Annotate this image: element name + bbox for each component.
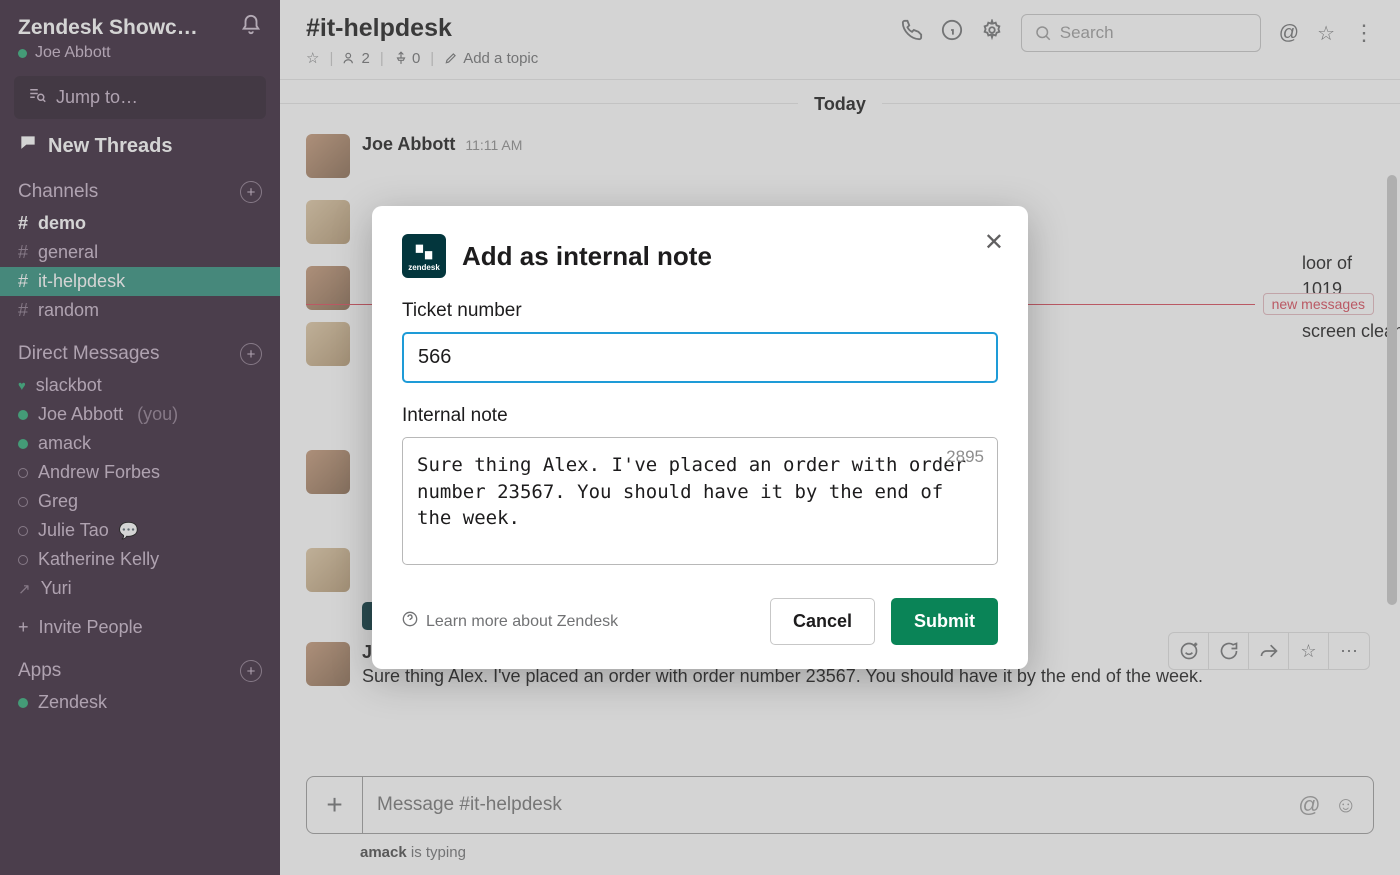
zendesk-app-icon: zendesk (402, 234, 446, 278)
char-count: 2895 (946, 447, 984, 467)
close-icon[interactable]: ✕ (984, 228, 1004, 257)
internal-note-textarea[interactable] (402, 437, 998, 565)
internal-note-label: Internal note (402, 405, 998, 427)
ticket-number-input[interactable] (402, 332, 998, 383)
help-icon (402, 611, 418, 632)
add-internal-note-modal: ✕ zendesk Add as internal note Ticket nu… (372, 206, 1028, 669)
submit-button[interactable]: Submit (891, 598, 998, 645)
learn-more-link[interactable]: Learn more about Zendesk (402, 611, 618, 632)
cancel-button[interactable]: Cancel (770, 598, 875, 645)
modal-overlay[interactable]: ✕ zendesk Add as internal note Ticket nu… (0, 0, 1400, 875)
ticket-number-label: Ticket number (402, 300, 998, 322)
modal-title: Add as internal note (462, 241, 712, 272)
